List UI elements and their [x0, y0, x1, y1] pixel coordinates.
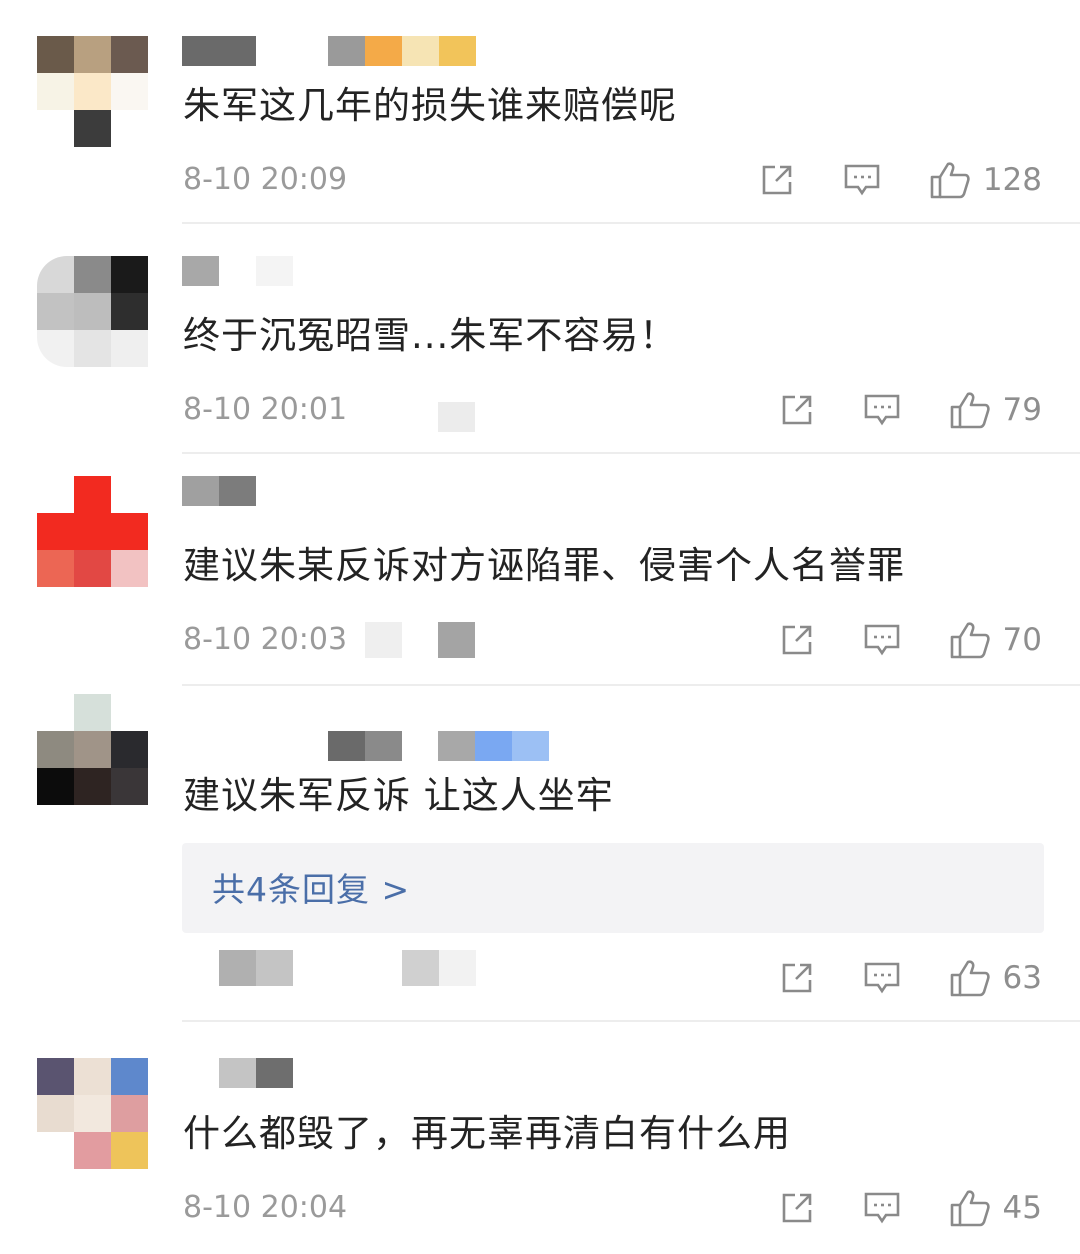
thumbs-up-icon [950, 1190, 990, 1227]
user-badge [438, 731, 475, 761]
replies-link[interactable]: 共4条回复 > [212, 863, 410, 911]
comment-icon [864, 394, 899, 426]
share-icon [782, 625, 811, 655]
like-count: 79 [1002, 392, 1042, 428]
avatar[interactable] [37, 1058, 148, 1169]
thumbs-up-icon [930, 162, 970, 199]
username[interactable] [256, 256, 293, 286]
comment-text: 建议朱某反诉对方诬陷罪、侵害个人名誉罪 [183, 544, 905, 587]
comment-time: 8-10 20:01 [183, 392, 348, 427]
username[interactable] [219, 1058, 256, 1088]
username[interactable] [219, 476, 256, 506]
like-count: 70 [1002, 622, 1042, 658]
thumbs-up-icon [950, 960, 990, 997]
comment-text: 终于沉冤昭雪...朱军不容易！ [183, 314, 678, 357]
avatar[interactable] [37, 36, 148, 147]
like-count: 128 [982, 162, 1042, 198]
share-icon [782, 1193, 811, 1223]
share-button[interactable] [759, 162, 795, 198]
share-icon [762, 165, 792, 195]
share-button[interactable] [779, 622, 815, 658]
comment-actions: 79 [731, 388, 1042, 432]
comment-meta [439, 950, 476, 986]
location-tag [365, 622, 402, 658]
reply-button[interactable] [863, 622, 901, 658]
comment-actions: 63 [731, 956, 1042, 1000]
username[interactable] [365, 731, 402, 761]
username[interactable] [328, 731, 365, 761]
thumbs-up-icon [950, 392, 990, 429]
user-badge [475, 731, 512, 761]
like-button[interactable]: 45 [949, 1188, 1042, 1228]
share-button[interactable] [779, 1190, 815, 1226]
user-badge [402, 36, 439, 66]
like-button[interactable]: 79 [949, 390, 1042, 430]
share-icon [782, 963, 811, 993]
reply-button[interactable] [863, 392, 901, 428]
like-button[interactable]: 128 [929, 160, 1042, 200]
like-count: 45 [1002, 1190, 1042, 1226]
comment-time: 8-10 20:09 [183, 162, 348, 197]
user-badge [328, 36, 365, 66]
comment-actions: 45 [731, 1186, 1042, 1230]
username[interactable] [182, 256, 219, 286]
divider [182, 452, 1080, 454]
avatar[interactable] [37, 476, 148, 587]
like-button[interactable]: 70 [949, 620, 1042, 660]
comment-icon [864, 624, 899, 656]
like-button[interactable]: 63 [949, 958, 1042, 998]
view-replies-button[interactable]: 共4条回复 > [182, 843, 1044, 933]
comment-icon [844, 164, 880, 196]
username[interactable] [182, 476, 219, 506]
location-tag [438, 402, 475, 432]
location-tag [438, 622, 475, 658]
avatar[interactable] [37, 694, 148, 805]
comment-meta [402, 950, 439, 986]
like-count: 63 [1002, 960, 1042, 996]
avatar[interactable] [37, 256, 148, 367]
divider [182, 222, 1080, 224]
reply-button[interactable] [843, 162, 881, 198]
comment-text: 建议朱军反诉 让这人坐牢 [183, 774, 614, 817]
user-badge [365, 36, 402, 66]
comment-meta [256, 950, 293, 986]
divider [182, 1020, 1080, 1022]
thumbs-up-icon [950, 622, 990, 659]
username[interactable] [182, 36, 256, 66]
comment-icon [864, 962, 899, 994]
reply-button[interactable] [863, 960, 901, 996]
comment-text: 什么都毁了，再无辜再清白有什么用 [183, 1112, 791, 1155]
comment-time: 8-10 20:03 [183, 622, 348, 657]
comment-time: 8-10 20:04 [183, 1190, 348, 1225]
comment-icon [864, 1192, 899, 1224]
reply-button[interactable] [863, 1190, 901, 1226]
share-button[interactable] [779, 960, 815, 996]
comment-text: 朱军这几年的损失谁来赔偿呢 [183, 84, 677, 127]
comment-actions: 128 [711, 158, 1042, 202]
user-badge [512, 731, 549, 761]
divider [182, 684, 1080, 686]
share-icon [782, 395, 811, 425]
user-badge [439, 36, 476, 66]
comment-actions: 70 [731, 618, 1042, 662]
username[interactable] [256, 1058, 293, 1088]
share-button[interactable] [779, 392, 815, 428]
comment-meta [219, 950, 256, 986]
